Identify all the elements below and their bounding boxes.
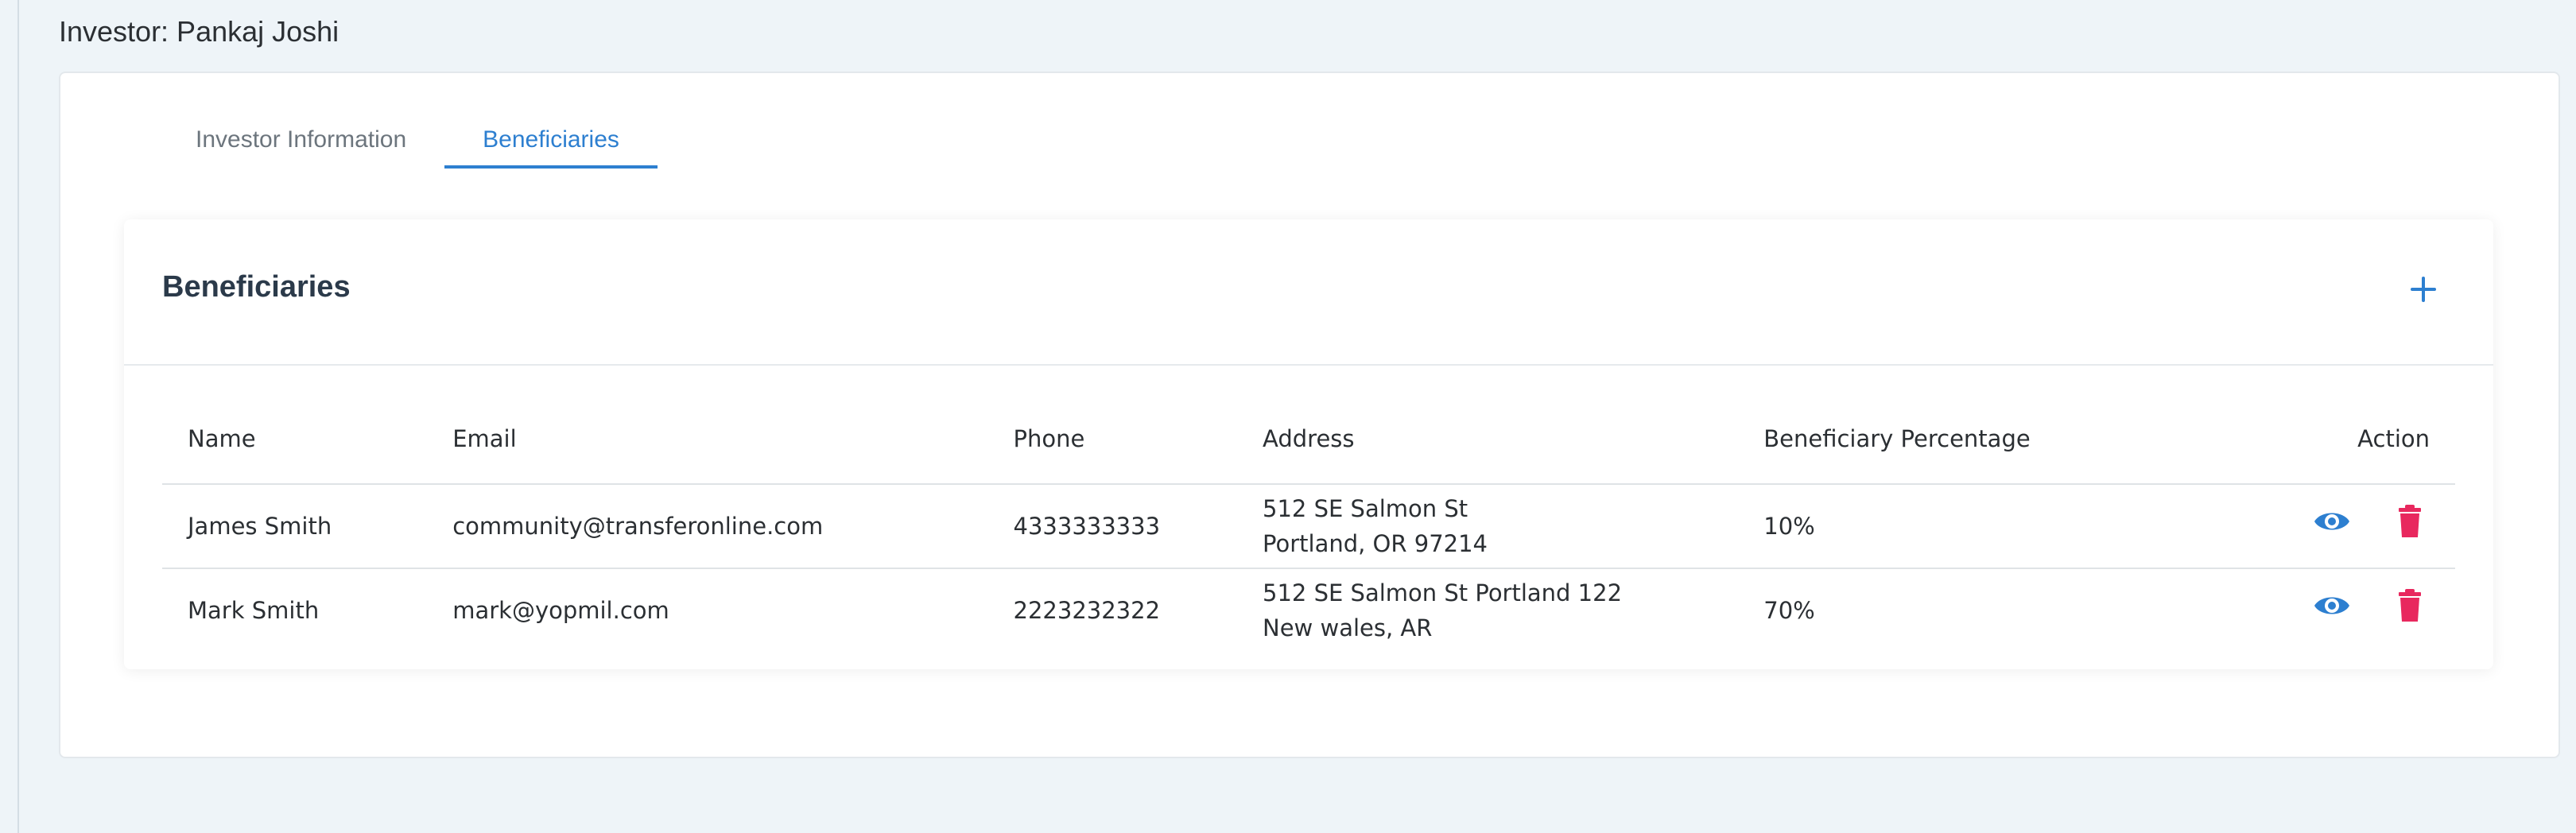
delete-button[interactable] [2390, 504, 2430, 539]
table-header-row: Name Email Phone Address Beneficiary Per… [162, 394, 2455, 485]
eye-icon [2314, 597, 2349, 614]
tab-bar: Investor Information Beneficiaries [135, 118, 658, 169]
address-line-1: 512 SE Salmon St [1263, 495, 1468, 522]
cell-phone: 2223232322 [1013, 597, 1161, 624]
add-beneficiary-button[interactable] [2404, 270, 2442, 308]
beneficiaries-table: Name Email Phone Address Beneficiary Per… [162, 394, 2455, 652]
tab-investor-information[interactable]: Investor Information [135, 118, 444, 169]
table-row: James Smith community@transferonline.com… [162, 484, 2455, 569]
cell-address: 512 SE Salmon St Portland 122 New wales,… [1263, 568, 1763, 652]
card-header: Beneficiaries [124, 219, 2493, 366]
cell-percentage: 10% [1763, 484, 2312, 569]
cell-email: community@transferonline.com [452, 484, 1014, 569]
column-header-address: Address [1263, 394, 1764, 485]
left-divider [17, 0, 19, 833]
beneficiaries-card: Beneficiaries Name Email Phone Address B… [124, 219, 2493, 669]
column-header-action: Action [2312, 394, 2455, 485]
plus-icon [2411, 277, 2436, 302]
trash-icon [2399, 505, 2421, 537]
trash-icon [2399, 589, 2421, 622]
cell-action [2312, 484, 2455, 569]
tab-beneficiaries[interactable]: Beneficiaries [444, 118, 658, 169]
cell-action [2312, 568, 2455, 652]
cell-percentage: 70% [1763, 597, 1815, 624]
card-title: Beneficiaries [162, 270, 351, 304]
column-header-email: Email [452, 394, 1014, 485]
cell-name: James Smith [162, 484, 453, 569]
address-line-1: 512 SE Salmon St Portland 122 [1263, 579, 1623, 606]
cell-address: 512 SE Salmon St Portland, OR 97214 [1263, 484, 1764, 569]
view-button[interactable] [2312, 588, 2352, 623]
address-line-2: Portland, OR 97214 [1263, 530, 1488, 557]
cell-phone: 4333333333 [1013, 484, 1263, 569]
eye-icon [2314, 513, 2349, 530]
column-header-percentage: Beneficiary Percentage [1763, 394, 2312, 485]
cell-email: mark@yopmil.com [452, 597, 669, 624]
delete-button[interactable] [2390, 588, 2430, 623]
table-row: Mark Smith mark@yopmil.com 2223232322 51… [162, 568, 2455, 652]
view-button[interactable] [2312, 504, 2352, 539]
investor-card: Investor Information Beneficiaries Benef… [59, 72, 2560, 758]
column-header-phone: Phone [1013, 394, 1263, 485]
column-header-name: Name [162, 394, 453, 485]
address-line-2: New wales, AR [1263, 614, 1433, 641]
page-title: Investor: Pankaj Joshi [59, 15, 339, 48]
cell-name: Mark Smith [188, 597, 320, 624]
